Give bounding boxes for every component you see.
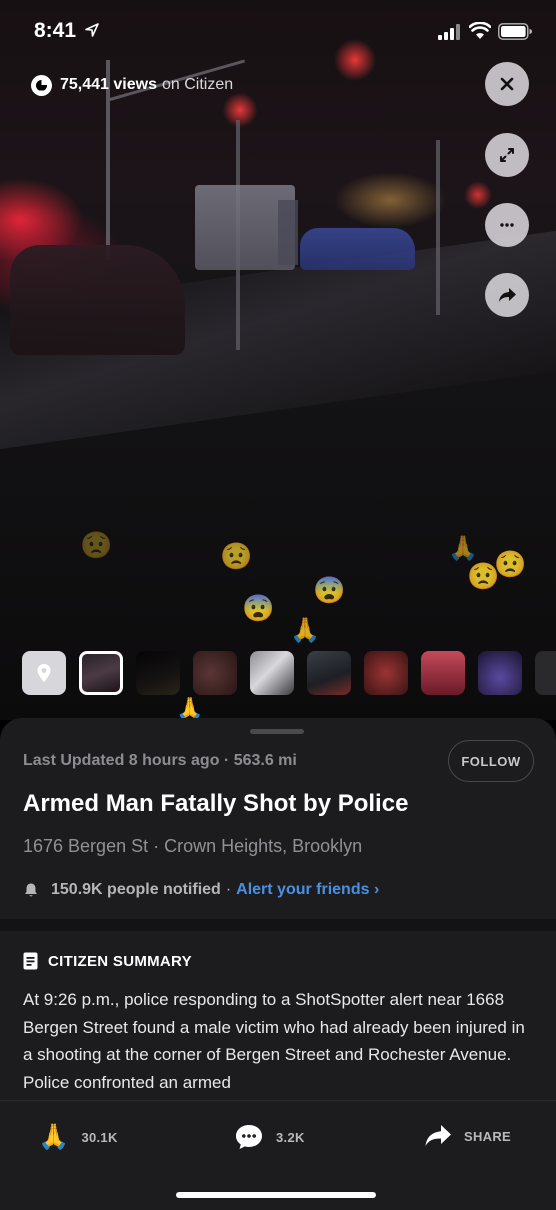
wifi-icon — [469, 22, 491, 39]
citizen-logo-icon — [31, 74, 52, 96]
home-indicator[interactable] — [176, 1192, 376, 1198]
notified-row: 150.9K people notified · Alert your frie… — [23, 881, 379, 899]
summary-body: At 9:26 p.m., police responding to a Sho… — [23, 990, 525, 1092]
sad-emoji-icon: 😟 — [80, 530, 113, 560]
views-suffix: on Citizen — [161, 76, 234, 93]
sad-emoji-icon: 😟 — [220, 541, 253, 571]
pray-count: 30.1K — [81, 1130, 118, 1145]
pray-emoji-icon: 🙏 — [448, 535, 478, 562]
blue-car — [300, 228, 415, 270]
document-icon — [23, 952, 38, 970]
alert-friends-link[interactable]: Alert your friends › — [236, 881, 379, 899]
section-divider — [0, 919, 556, 931]
map-location-thumb[interactable] — [22, 651, 66, 695]
expand-icon — [500, 148, 514, 162]
notified-count: 150.9K people notified — [51, 881, 221, 898]
status-bar: 8:41 — [0, 0, 556, 62]
summary-header: CITIZEN SUMMARY — [23, 952, 192, 970]
pray-emoji-icon: 🙏 — [290, 617, 320, 644]
video-thumb[interactable] — [535, 651, 556, 695]
share-label: SHARE — [464, 1128, 512, 1144]
close-button[interactable] — [485, 62, 529, 106]
pray-icon: 🙏 — [38, 1123, 70, 1151]
battery-icon — [498, 23, 532, 40]
incident-sheet[interactable]: Last Updated 8 hours ago · 563.6 mi FOLL… — [0, 718, 556, 1210]
shocked-emoji-icon: 😨 — [242, 593, 275, 623]
ambulance-cab — [278, 200, 298, 265]
more-button[interactable] — [485, 203, 529, 247]
video-thumb[interactable] — [307, 651, 351, 695]
last-updated: Last Updated 8 hours ago · 563.6 mi — [23, 752, 297, 769]
incident-address: 1676 Bergen St · Crown Heights, Brooklyn — [23, 836, 363, 856]
sheet-grabber[interactable] — [250, 729, 304, 734]
share-action-button[interactable]: SHARE — [424, 1123, 511, 1149]
comments-button[interactable]: 3.2K — [234, 1123, 305, 1151]
status-time: 8:41 — [34, 19, 77, 42]
share-button[interactable] — [485, 273, 529, 317]
shocked-emoji-icon: 😨 — [313, 575, 346, 605]
video-thumb[interactable] — [421, 651, 465, 695]
follow-button[interactable]: FOLLOW — [448, 740, 534, 782]
street-pole — [436, 140, 440, 315]
video-thumb[interactable] — [136, 651, 180, 695]
expand-button[interactable] — [485, 133, 529, 177]
video-thumb[interactable] — [364, 651, 408, 695]
views-counter: 75,441 views on Citizen — [31, 74, 233, 96]
map-pin-icon — [37, 664, 51, 682]
incident-title: Armed Man Fatally Shot by Police — [23, 790, 409, 817]
comment-icon — [234, 1123, 264, 1151]
video-thumb[interactable] — [193, 651, 237, 695]
bell-icon — [25, 883, 37, 897]
share-arrow-icon — [424, 1123, 452, 1149]
video-thumb[interactable] — [250, 651, 294, 695]
notified-separator: · — [225, 881, 232, 898]
media-thumbnail-strip[interactable] — [22, 651, 556, 695]
sad-emoji-icon: 😟 — [467, 561, 500, 591]
close-icon — [500, 77, 514, 91]
pray-reaction-button[interactable]: 🙏 30.1K — [38, 1123, 118, 1152]
video-thumb-selected[interactable] — [79, 651, 123, 695]
summary-heading: CITIZEN SUMMARY — [48, 952, 192, 970]
signal-icon — [438, 24, 460, 40]
action-bar: 🙏 30.1K 3.2K SHARE — [0, 1100, 556, 1210]
share-icon — [499, 288, 516, 302]
video-thumb[interactable] — [478, 651, 522, 695]
police-car — [10, 245, 185, 355]
location-arrow-icon — [85, 23, 99, 37]
comment-count: 3.2K — [276, 1129, 305, 1145]
more-icon — [500, 223, 514, 227]
video-player[interactable] — [0, 0, 556, 720]
views-count: 75,441 views — [60, 76, 157, 93]
